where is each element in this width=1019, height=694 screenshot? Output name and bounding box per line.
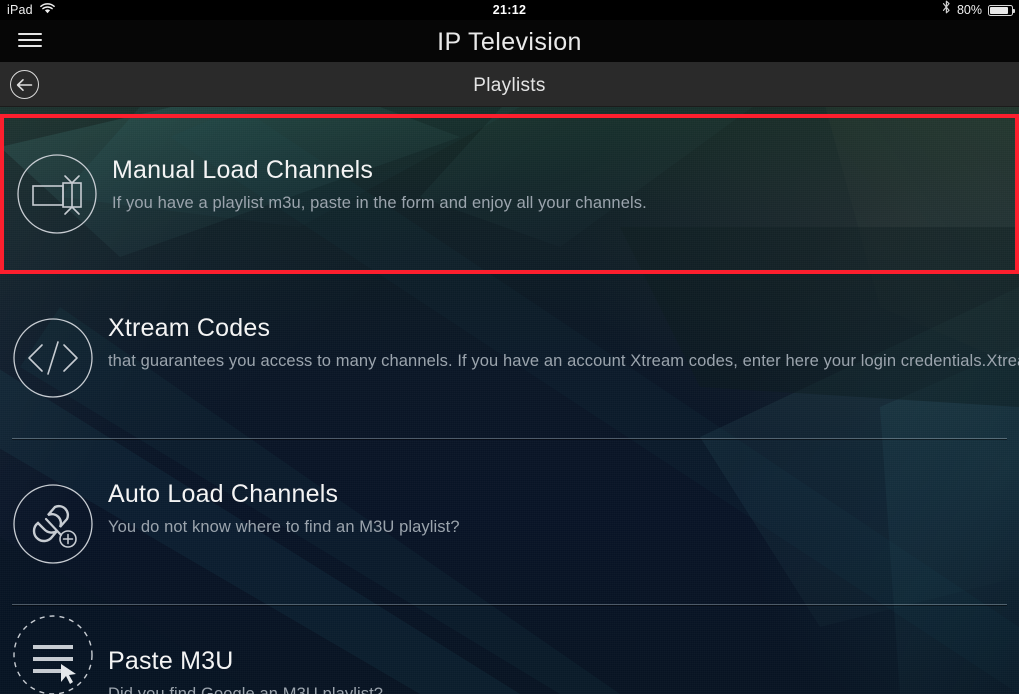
list-item-paste-m3u[interactable]: Paste M3U Did you find Google an M3U pla… <box>0 610 1019 694</box>
list-item-title: Manual Load Channels <box>112 156 374 184</box>
page-title: Playlists <box>473 75 546 96</box>
bluetooth-icon <box>942 0 951 20</box>
list-item-description: that guarantees you access to many chann… <box>108 352 1019 370</box>
tv-screen-antenna-icon <box>16 153 98 235</box>
playlists-content-area: Manual Load Channels If you have a playl… <box>0 107 1019 694</box>
list-item-xtream-codes[interactable]: Xtream Codes that guarantees you access … <box>0 277 1019 438</box>
chain-link-plus-icon <box>12 483 94 565</box>
list-item-title: Auto Load Channels <box>108 480 339 508</box>
list-item-description: Did you find Google an M3U playlist? <box>108 685 384 694</box>
list-item-manual-load-channels[interactable]: Manual Load Channels If you have a playl… <box>0 114 1019 274</box>
battery-fill <box>990 6 1009 14</box>
paste-list-icon <box>12 614 94 694</box>
ipad-app-screen: iPad 21:12 80% IP Television Playlists M… <box>0 0 1019 694</box>
status-bar-right: 80% <box>942 0 1015 20</box>
status-bar-clock: 21:12 <box>492 3 527 17</box>
list-item-description: You do not know where to find an M3U pla… <box>108 518 460 536</box>
list-item-title: Xtream Codes <box>108 314 271 342</box>
list-separator <box>12 604 1007 605</box>
list-item-description: If you have a playlist m3u, paste in the… <box>112 194 647 212</box>
list-separator <box>12 438 1007 439</box>
page-header-bar: Playlists <box>0 62 1019 107</box>
list-item-auto-load-channels[interactable]: Auto Load Channels You do not know where… <box>0 443 1019 604</box>
list-item-title: Paste M3U <box>108 647 234 675</box>
battery-icon <box>988 4 1015 16</box>
app-title: IP Television <box>437 28 582 56</box>
app-header-bar: IP Television <box>0 20 1019 62</box>
code-brackets-icon <box>12 317 94 399</box>
ios-status-bar: iPad 21:12 80% <box>0 0 1019 20</box>
battery-percent-label: 80% <box>956 3 982 17</box>
